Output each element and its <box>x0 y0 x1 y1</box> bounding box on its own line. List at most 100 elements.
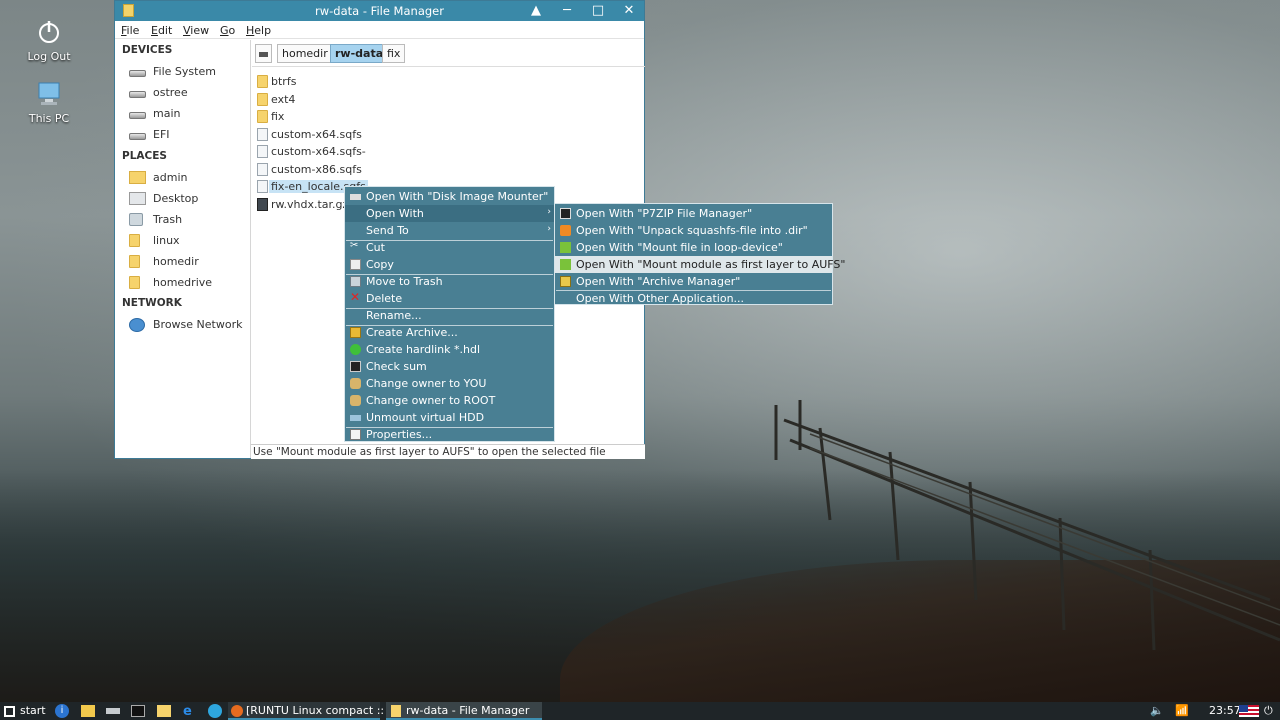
sidebar-item-ostree[interactable]: ostree <box>129 83 247 103</box>
window-titlebar[interactable]: rw-data - File Manager ▲ ─ □ ✕ <box>115 1 644 21</box>
maximize-button[interactable]: □ <box>583 1 613 21</box>
telegram-launcher[interactable] <box>207 702 223 720</box>
menu-item-label: Open With "Mount module as first layer t… <box>576 258 846 271</box>
menu-item-label: Rename... <box>366 309 422 322</box>
desktop-icon <box>129 192 146 205</box>
drive-icon <box>129 133 146 140</box>
info-launcher[interactable]: i <box>55 702 70 720</box>
submenu-item-unpack-squashfs[interactable]: Open With "Unpack squashfs-file into .di… <box>555 222 832 239</box>
menu-item-label: Cut <box>366 241 385 254</box>
submenu-item-other-application[interactable]: Open With Other Application... <box>555 290 832 307</box>
menu-item-create-archive[interactable]: Create Archive... <box>345 324 554 341</box>
sidebar-item-label: main <box>153 107 181 120</box>
properties-icon <box>350 429 361 440</box>
breadcrumb-homedir[interactable]: homedir <box>277 44 333 63</box>
breadcrumb-fix[interactable]: fix <box>382 44 406 63</box>
menu-item-change-owner-root[interactable]: Change owner to ROOT <box>345 392 554 409</box>
breadcrumb-rw-data[interactable]: rw-data <box>330 44 389 63</box>
sidebar-item-homedir[interactable]: homedir <box>129 252 247 272</box>
start-button[interactable]: start <box>2 702 52 720</box>
submenu-item-mount-aufs[interactable]: Open With "Mount module as first layer t… <box>555 256 845 273</box>
menu-edit[interactable]: Edit <box>151 24 172 37</box>
menu-item-label: Delete <box>366 292 403 305</box>
sidebar-item-label: ostree <box>153 86 188 99</box>
desktop-icon-this-pc[interactable]: This PC <box>9 80 89 125</box>
info-icon: i <box>55 704 69 718</box>
taskbar-item-file-manager[interactable]: rw-data - File Manager <box>386 702 542 720</box>
network-wifi-icon[interactable]: 📶 <box>1175 704 1189 717</box>
terminal-launcher[interactable] <box>130 702 146 720</box>
desktop-wallpaper-pier <box>774 400 1280 651</box>
menu-item-create-hardlink[interactable]: Create hardlink *.hdl <box>345 341 554 358</box>
menu-file[interactable]: File <box>121 24 139 37</box>
menu-item-send-to[interactable]: Send To › <box>345 222 554 239</box>
trash-icon <box>350 276 361 287</box>
us-flag-icon[interactable] <box>1239 705 1259 717</box>
computer-icon <box>38 82 60 105</box>
menu-item-open-with[interactable]: Open With › <box>345 205 554 222</box>
drive-icon <box>129 91 146 98</box>
menu-view[interactable]: View <box>183 24 209 37</box>
folder-launcher[interactable] <box>156 702 172 720</box>
sidebar-item-trash[interactable]: Trash <box>129 210 247 230</box>
submenu-item-archive-manager[interactable]: Open With "Archive Manager" <box>555 273 832 290</box>
menu-item-label: Move to Trash <box>366 275 443 288</box>
folder-icon <box>257 110 268 123</box>
delete-icon: ✕ <box>350 290 361 304</box>
menu-item-unmount-virtual-hdd[interactable]: Unmount virtual HDD <box>345 409 554 426</box>
menu-item-open-with-disk-image-mounter[interactable]: Open With "Disk Image Mounter" <box>345 188 554 205</box>
volume-icon[interactable]: 🔈 <box>1150 704 1164 717</box>
file-icon <box>257 128 268 141</box>
sidebar-item-file-system[interactable]: File System <box>129 62 247 82</box>
sidebar-item-homedrive[interactable]: homedrive <box>129 273 247 293</box>
folder-icon <box>157 705 171 717</box>
files-launcher[interactable] <box>80 702 96 720</box>
task-label: [RUNTU Linux compact :: ... <box>246 704 399 717</box>
menu-item-label: Open With "Mount file in loop-device" <box>576 241 783 254</box>
network-icon <box>129 318 145 332</box>
drive-icon <box>106 708 120 714</box>
taskbar-item-runtu[interactable]: [RUNTU Linux compact :: ... <box>228 702 398 720</box>
scissors-icon: ✂ <box>350 240 359 251</box>
clock[interactable]: 23:57 <box>1209 704 1241 717</box>
drive-icon <box>129 112 146 119</box>
firefox-icon <box>231 705 243 717</box>
sidebar-item-label: admin <box>153 171 188 184</box>
menu-item-copy[interactable]: Copy <box>345 256 554 273</box>
menu-item-label: Change owner to ROOT <box>366 394 496 407</box>
menu-item-change-owner-you[interactable]: Change owner to YOU <box>345 375 554 392</box>
sidebar-item-linux[interactable]: linux <box>129 231 247 251</box>
menu-item-label: Create Archive... <box>366 326 458 339</box>
power-icon[interactable]: ⏻ <box>1264 704 1273 718</box>
menu-help[interactable]: Help <box>246 24 271 37</box>
sidebar-item-admin[interactable]: admin <box>129 168 247 188</box>
drives-launcher[interactable] <box>105 702 121 720</box>
sidebar-item-desktop[interactable]: Desktop <box>129 189 247 209</box>
sidebar-item-efi[interactable]: EFI <box>129 125 247 145</box>
taskbar: start i e [RUNTU Linux compact :: ... rw… <box>0 702 1280 720</box>
desktop-icon-logout[interactable]: Log Out <box>9 18 89 63</box>
sidebar-item-label: Browse Network <box>153 318 243 331</box>
edge-launcher[interactable]: e <box>182 702 198 720</box>
menu-item-cut[interactable]: ✂ Cut <box>345 239 554 256</box>
shade-button[interactable]: ▲ <box>521 1 551 21</box>
menu-item-label: Send To <box>366 224 409 237</box>
menu-item-move-to-trash[interactable]: Move to Trash <box>345 273 554 290</box>
sidebar: DEVICES File System ostree main EFI PLAC… <box>115 40 251 458</box>
minimize-button[interactable]: ─ <box>552 1 582 21</box>
menu-item-delete[interactable]: ✕ Delete <box>345 290 554 307</box>
menu-item-check-sum[interactable]: Check sum <box>345 358 554 375</box>
menu-item-label: Copy <box>366 258 394 271</box>
close-button[interactable]: ✕ <box>614 1 644 21</box>
sidebar-item-main[interactable]: main <box>129 104 247 124</box>
sidebar-item-browse-network[interactable]: Browse Network <box>129 315 247 335</box>
submenu-item-p7zip[interactable]: Open With "P7ZIP File Manager" <box>555 205 832 222</box>
menu-item-label: Check sum <box>366 360 427 373</box>
submenu-item-mount-loop[interactable]: Open With "Mount file in loop-device" <box>555 239 832 256</box>
link-icon <box>350 344 361 355</box>
drive-root-button[interactable] <box>255 44 272 63</box>
menu-item-rename[interactable]: Rename... <box>345 307 554 324</box>
menu-go[interactable]: Go <box>220 24 235 37</box>
menu-item-properties[interactable]: Properties... <box>345 426 554 443</box>
sidebar-item-label: File System <box>153 65 216 78</box>
